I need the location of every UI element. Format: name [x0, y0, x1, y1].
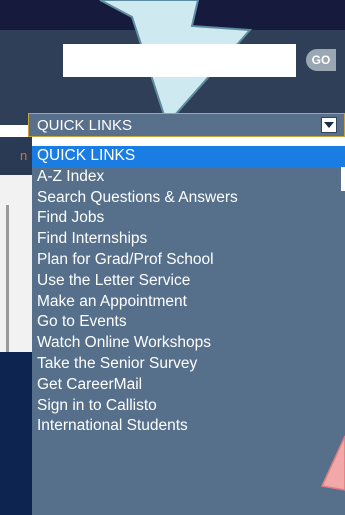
dropdown-option[interactable]: Get CareerMail	[32, 375, 345, 396]
dropdown-option[interactable]: Take the Senior Survey	[32, 354, 345, 375]
dropdown-option[interactable]: Find Jobs	[32, 208, 345, 229]
left-dark-block	[0, 352, 32, 515]
quick-links-selected-value: QUICK LINKS	[37, 116, 133, 134]
dropdown-option[interactable]: A-Z Index	[32, 167, 345, 188]
dropdown-option-selected[interactable]: QUICK LINKS	[32, 146, 345, 167]
dropdown-option[interactable]: International Students	[32, 416, 345, 437]
chevron-down-icon[interactable]	[321, 117, 337, 133]
page-fragment-text: n	[0, 137, 32, 175]
go-button-label: GO	[311, 53, 331, 67]
dropdown-option[interactable]: Watch Online Workshops	[32, 333, 345, 354]
dropdown-option[interactable]: Make an Appointment	[32, 292, 345, 313]
dropdown-option[interactable]: Sign in to Callisto	[32, 396, 345, 417]
search-input[interactable]	[63, 44, 296, 77]
go-button[interactable]: GO	[306, 49, 336, 71]
dropdown-option[interactable]: Find Internships	[32, 229, 345, 250]
quick-links-select[interactable]: QUICK LINKS	[28, 113, 345, 137]
dropdown-option[interactable]: Go to Events	[32, 312, 345, 333]
dropdown-option[interactable]: Use the Letter Service	[32, 271, 345, 292]
dropdown-option[interactable]: Plan for Grad/Prof School	[32, 250, 345, 271]
dropdown-option[interactable]: Search Questions & Answers	[32, 188, 345, 209]
quick-links-dropdown[interactable]: QUICK LINKS A-Z Index Search Questions & A…	[32, 146, 345, 515]
pink-callout-shape	[320, 435, 345, 491]
scroll-edge	[341, 167, 345, 191]
